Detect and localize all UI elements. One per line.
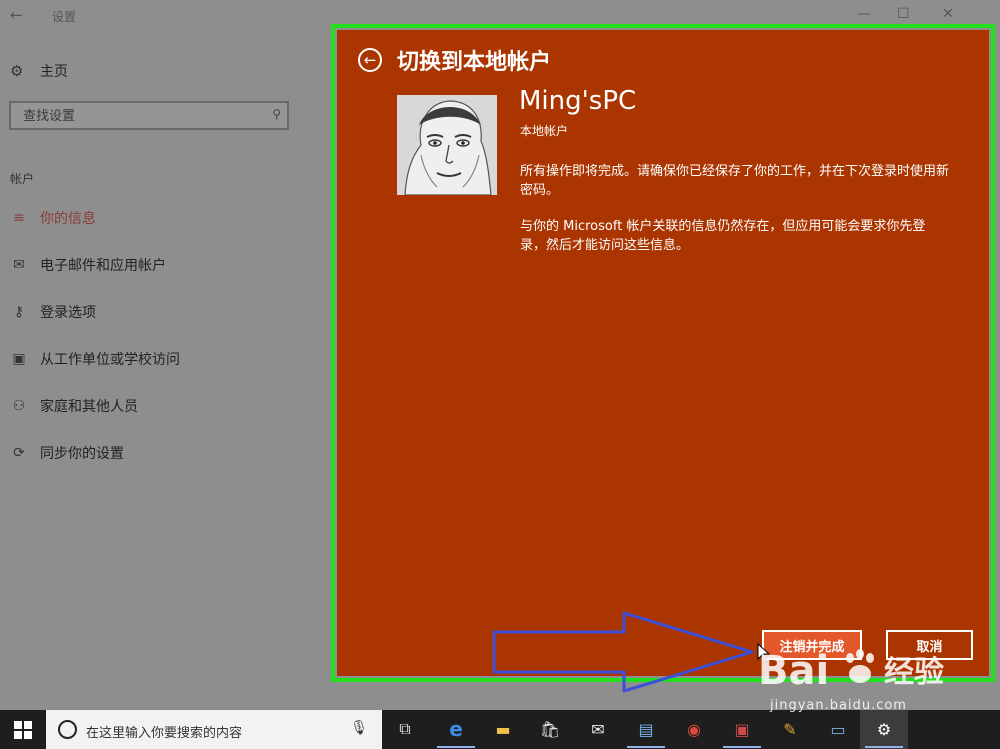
taskbar: 在这里输入你要搜索的内容 🎙 ⧉ e ▬ 🛍 ✉ ▤ ◉ ▣ ✎ ▭ ⚙ [0, 710, 1000, 749]
file-explorer-icon[interactable]: ▬ [490, 716, 516, 742]
gear-icon: ⚙ [10, 62, 24, 80]
taskbar-search-box[interactable]: 在这里输入你要搜索的内容 🎙 [46, 710, 382, 749]
dialog-title: 切换到本地帐户 [397, 50, 552, 75]
sidebar-item-email-accounts[interactable]: ✉ 电子邮件和应用帐户 [8, 254, 166, 276]
person-add-icon: ⚇ [12, 398, 26, 414]
sidebar-item-label: 从工作单位或学校访问 [40, 352, 180, 368]
mail-icon[interactable]: ✉ [585, 716, 611, 742]
key-icon: ⚷ [13, 304, 25, 320]
maximize-button[interactable]: ☐ [897, 6, 910, 22]
switch-local-account-dialog: ← 切换到本地帐户 Ming'sPC 本地帐户 所有操作即将完成。请确保你已经保… [337, 30, 989, 676]
message-microsoft-account: 与你的 Microsoft 帐户关联的信息仍然存在，但应用可能会要求你先登录，然… [520, 219, 926, 253]
sidebar-item-label: 登录选项 [40, 305, 96, 321]
envelope-icon: ✉ [13, 257, 25, 273]
sidebar-item-sync[interactable]: ⟳ 同步你的设置 [8, 442, 124, 464]
baidu-watermark-logo: Bai 经验 [758, 648, 944, 694]
sidebar-item-label: 电子邮件和应用帐户 [40, 258, 166, 274]
search-input[interactable] [21, 106, 255, 126]
svg-text:经验: 经验 [884, 655, 944, 690]
cortana-icon [58, 720, 77, 739]
annotation-arrow-icon [492, 611, 754, 693]
taskbar-search-text: 在这里输入你要搜索的内容 [86, 726, 243, 741]
remote-app-icon[interactable]: ▣ [723, 716, 761, 748]
account-name: Ming'sPC [519, 86, 637, 116]
back-arrow-icon[interactable]: ← [10, 6, 23, 24]
sidebar-item-label: 同步你的设置 [40, 446, 124, 462]
window-title: 设置 [52, 10, 77, 24]
settings-icon[interactable]: ⚙ [865, 716, 903, 748]
watermark-url: jingyan.baidu.com [770, 698, 907, 713]
close-button[interactable]: ✕ [942, 6, 954, 22]
sidebar-item-sign-in-options[interactable]: ⚷ 登录选项 [8, 301, 96, 323]
nav-home-label: 主页 [40, 64, 68, 80]
edge-icon[interactable]: e [437, 716, 475, 748]
face-sketch-icon [397, 95, 497, 195]
avatar [397, 95, 497, 195]
briefcase-icon: ▣ [12, 351, 26, 367]
account-type: 本地帐户 [520, 124, 569, 138]
calendar-app-icon[interactable]: ▤ [627, 716, 665, 748]
windows-logo-icon [14, 720, 32, 739]
person-card-icon: ≡ [13, 210, 25, 226]
back-arrow-icon[interactable]: ← [358, 48, 382, 72]
svg-text:Bai: Bai [758, 648, 829, 694]
sidebar-item-family[interactable]: ⚇ 家庭和其他人员 [8, 395, 138, 417]
microphone-icon[interactable]: 🎙 [350, 720, 368, 736]
message-save-work: 所有操作即将完成。请确保你已经保存了你的工作，并在下次登录时使用新密码。 [520, 164, 950, 198]
network-app-icon[interactable]: ◉ [681, 716, 707, 742]
search-settings-box[interactable]: ⚲ [9, 101, 289, 130]
store-icon[interactable]: 🛍 [537, 716, 563, 742]
sidebar-item-label: 家庭和其他人员 [40, 399, 138, 415]
paint-icon[interactable]: ✎ [777, 716, 803, 742]
search-icon[interactable]: ⚲ [272, 107, 281, 121]
minimize-button[interactable]: — [857, 6, 871, 22]
sidebar-item-your-info[interactable]: ≡ 你的信息 [8, 207, 96, 229]
computer-app-icon[interactable]: ▭ [825, 716, 851, 742]
section-label-accounts: 帐户 [10, 172, 35, 186]
start-button[interactable] [0, 710, 46, 749]
sync-icon: ⟳ [13, 445, 25, 461]
nav-home[interactable]: ⚙ 主页 [10, 60, 68, 82]
sidebar-item-label: 你的信息 [40, 211, 96, 227]
sidebar-item-work-school[interactable]: ▣ 从工作单位或学校访问 [8, 348, 180, 370]
task-view-icon[interactable]: ⧉ [392, 716, 418, 742]
